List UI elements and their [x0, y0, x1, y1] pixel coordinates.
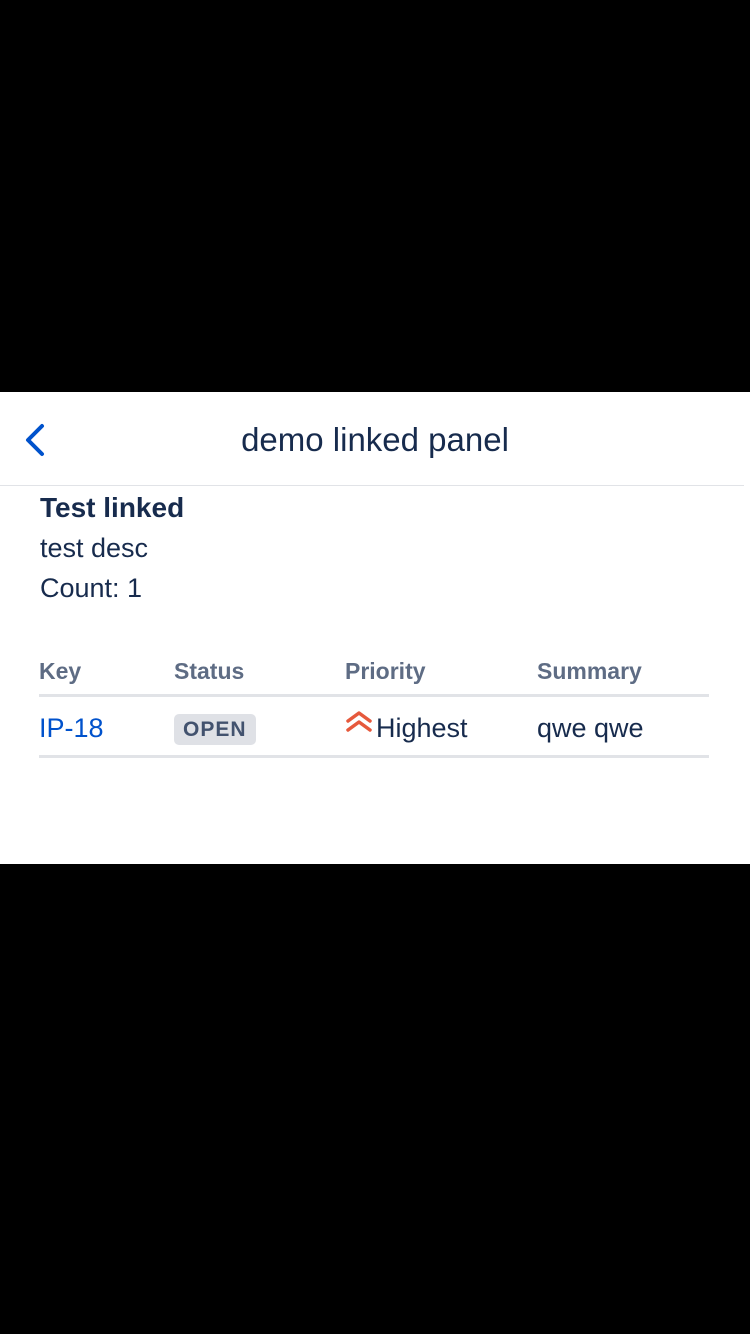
page-title: demo linked panel	[241, 421, 509, 458]
panel-title: Test linked	[40, 492, 185, 523]
issues-table: Key Status Priority Summary IP-18 OPEN H…	[39, 650, 709, 758]
linked-panel-sheet: demo linked panel Test linked test desc …	[0, 392, 750, 864]
panel-description: test desc	[40, 533, 149, 563]
nav-bar: demo linked panel	[0, 392, 744, 486]
column-header-key: Key	[39, 658, 82, 684]
panel-count: Count: 1	[40, 573, 143, 603]
chevron-double-up-icon	[346, 711, 372, 732]
panel-info: Test linked test desc Count: 1	[40, 488, 710, 608]
column-header-priority: Priority	[345, 658, 426, 684]
priority-label: Highest	[376, 713, 468, 743]
table-header: Key Status Priority Summary	[39, 650, 709, 697]
column-header-status: Status	[174, 658, 245, 684]
priority-cell: Highest	[345, 711, 468, 745]
column-header-summary: Summary	[537, 658, 642, 684]
status-badge: OPEN	[174, 714, 256, 745]
issue-key-cell: IP-18	[39, 711, 104, 745]
summary-cell: qwe qwe	[537, 713, 644, 743]
table-row[interactable]: IP-18 OPEN Highest qwe qwe	[39, 697, 709, 758]
issue-key-link[interactable]: IP-18	[39, 713, 104, 743]
